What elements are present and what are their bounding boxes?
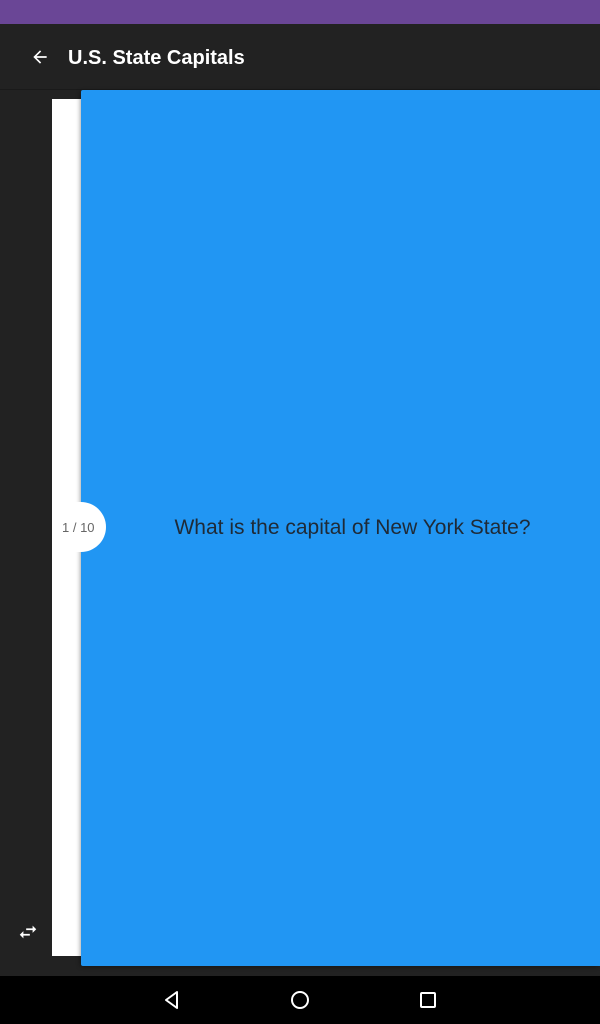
nav-back-icon <box>165 991 178 1009</box>
card-counter: 1 / 10 <box>52 502 106 552</box>
swap-horizontal-icon <box>19 925 37 939</box>
nav-home-icon <box>291 991 309 1009</box>
nav-back-button[interactable] <box>156 984 188 1016</box>
app-title: U.S. State Capitals <box>68 47 245 69</box>
app-bar: U.S. State Capitals <box>0 24 600 90</box>
arrow-back-icon <box>33 50 47 64</box>
nav-recents-button[interactable] <box>412 984 444 1016</box>
system-nav-bar <box>0 976 600 1024</box>
flashcard[interactable]: What is the capital of New York State? <box>81 90 600 966</box>
back-button[interactable] <box>18 35 62 79</box>
card-question: What is the capital of New York State? <box>174 516 531 539</box>
nav-home-button[interactable] <box>284 984 316 1016</box>
status-bar <box>0 0 600 24</box>
flip-button[interactable] <box>12 916 44 948</box>
nav-recents-icon <box>420 992 436 1008</box>
